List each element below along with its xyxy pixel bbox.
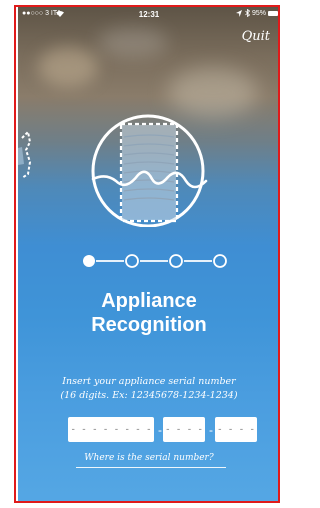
instruction-line-2: (16 digits. Ex: 12345678-1234-1234) xyxy=(60,390,238,401)
app-screen: ●●○○○ 3 ITA 12:31 95% Quit Appliance Rec… xyxy=(18,7,278,501)
background-blur xyxy=(38,47,98,87)
step-indicator xyxy=(83,254,227,268)
serial-field-3[interactable] xyxy=(215,417,257,442)
help-link-underline xyxy=(76,467,226,468)
page-title: Appliance Recognition xyxy=(18,289,278,337)
help-link[interactable]: Where is the serial number? xyxy=(18,453,278,463)
battery-icon xyxy=(268,11,278,16)
step-1-active xyxy=(83,255,95,267)
scan-frame-icon xyxy=(18,114,208,227)
quit-button[interactable]: Quit xyxy=(242,29,270,44)
background-blur xyxy=(98,27,168,57)
serial-field-1[interactable] xyxy=(68,417,154,442)
serial-field-2[interactable] xyxy=(163,417,205,442)
serial-separator: - xyxy=(158,423,162,437)
instruction-line-1: Insert your appliance serial number xyxy=(62,376,236,387)
status-bar: ●●○○○ 3 ITA 12:31 95% xyxy=(18,7,278,21)
step-3 xyxy=(169,254,183,268)
battery-percent: 95% xyxy=(251,10,266,17)
serial-separator: - xyxy=(209,423,213,437)
device-frame: ●●○○○ 3 ITA 12:31 95% Quit Appliance Rec… xyxy=(14,5,280,503)
bluetooth-icon xyxy=(245,9,250,17)
instructions: Insert your appliance serial number (16 … xyxy=(18,375,278,403)
step-2 xyxy=(125,254,139,268)
title-line-1: Appliance xyxy=(101,290,197,312)
step-4 xyxy=(213,254,227,268)
title-line-2: Recognition xyxy=(91,314,207,336)
location-arrow-icon xyxy=(236,10,242,17)
